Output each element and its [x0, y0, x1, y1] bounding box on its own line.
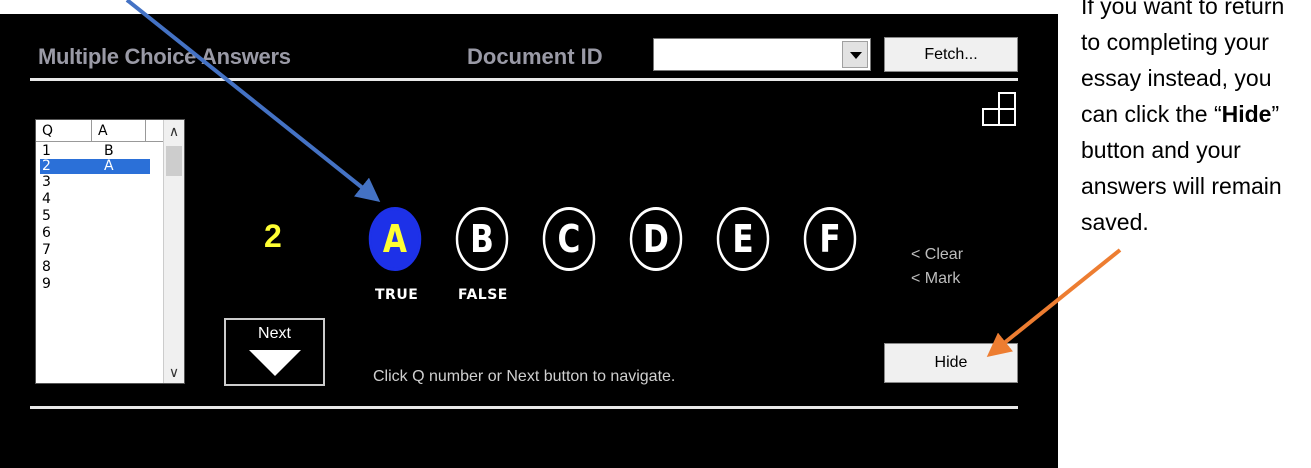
- list-item-selected[interactable]: 2A: [39, 158, 151, 175]
- list-item-q: 8: [42, 259, 51, 275]
- false-label: FALSE: [458, 287, 508, 303]
- scroll-down-icon[interactable]: ∨: [164, 361, 184, 383]
- callout-text-bold: Hide: [1221, 101, 1272, 127]
- list-item-q: 9: [42, 276, 51, 292]
- list-item[interactable]: 6: [40, 226, 150, 241]
- mark-button[interactable]: < Mark: [911, 270, 960, 288]
- chevron-down-icon[interactable]: [842, 41, 868, 68]
- next-label: Next: [258, 325, 291, 342]
- list-scrollbar[interactable]: ∧ ∨: [163, 120, 184, 383]
- list-item-q: 7: [42, 242, 51, 258]
- panel-title: Multiple Choice Answers: [38, 44, 291, 69]
- choice-d-button[interactable]: D: [629, 207, 683, 271]
- question-number: 2: [264, 218, 282, 254]
- question-answer-list[interactable]: Q A 1B 2A 3 4 5 6 7 8 9 ∧ ∨: [35, 119, 185, 384]
- choice-f-button[interactable]: F: [803, 207, 857, 271]
- list-item[interactable]: 7: [40, 243, 150, 258]
- true-label: TRUE: [375, 287, 419, 303]
- down-arrow-icon: [249, 350, 301, 376]
- instruction-callout-text: If you want to return to completing your…: [1081, 0, 1309, 240]
- list-item[interactable]: 5: [40, 209, 150, 224]
- divider-top: [30, 78, 1018, 81]
- list-item-q: 2: [42, 158, 51, 174]
- column-header-empty: [146, 120, 164, 142]
- list-item-q: 3: [42, 174, 51, 190]
- list-item-q: 1: [42, 143, 51, 159]
- column-header-q[interactable]: Q: [36, 120, 92, 142]
- hide-button[interactable]: Hide: [884, 343, 1018, 383]
- list-item[interactable]: 9: [40, 277, 150, 292]
- list-item-a: B: [104, 143, 114, 159]
- choice-c-button[interactable]: C: [542, 207, 596, 271]
- choice-a-button[interactable]: A: [368, 207, 422, 271]
- scroll-up-icon[interactable]: ∧: [164, 120, 184, 142]
- grid-layout-icon[interactable]: [982, 92, 1016, 126]
- column-header-a[interactable]: A: [92, 120, 146, 142]
- divider-bottom: [30, 406, 1018, 409]
- list-item-q: 5: [42, 208, 51, 224]
- document-id-dropdown[interactable]: [653, 38, 871, 71]
- list-item-q: 4: [42, 191, 51, 207]
- choice-e-button[interactable]: E: [716, 207, 770, 271]
- list-item[interactable]: 8: [40, 260, 150, 275]
- list-header: Q A: [36, 120, 164, 142]
- list-item-q: 6: [42, 225, 51, 241]
- scroll-thumb[interactable]: [166, 146, 182, 176]
- choice-b-button[interactable]: B: [455, 207, 509, 271]
- list-item[interactable]: 3: [40, 175, 150, 190]
- navigation-hint: Click Q number or Next button to navigat…: [373, 368, 676, 385]
- clear-button[interactable]: < Clear: [911, 246, 963, 264]
- next-button[interactable]: Next: [224, 318, 325, 386]
- list-item[interactable]: 4: [40, 192, 150, 207]
- document-id-label: Document ID: [467, 44, 603, 69]
- fetch-button[interactable]: Fetch...: [884, 37, 1018, 72]
- list-item[interactable]: 1B: [40, 144, 150, 159]
- list-item-a: A: [104, 158, 114, 174]
